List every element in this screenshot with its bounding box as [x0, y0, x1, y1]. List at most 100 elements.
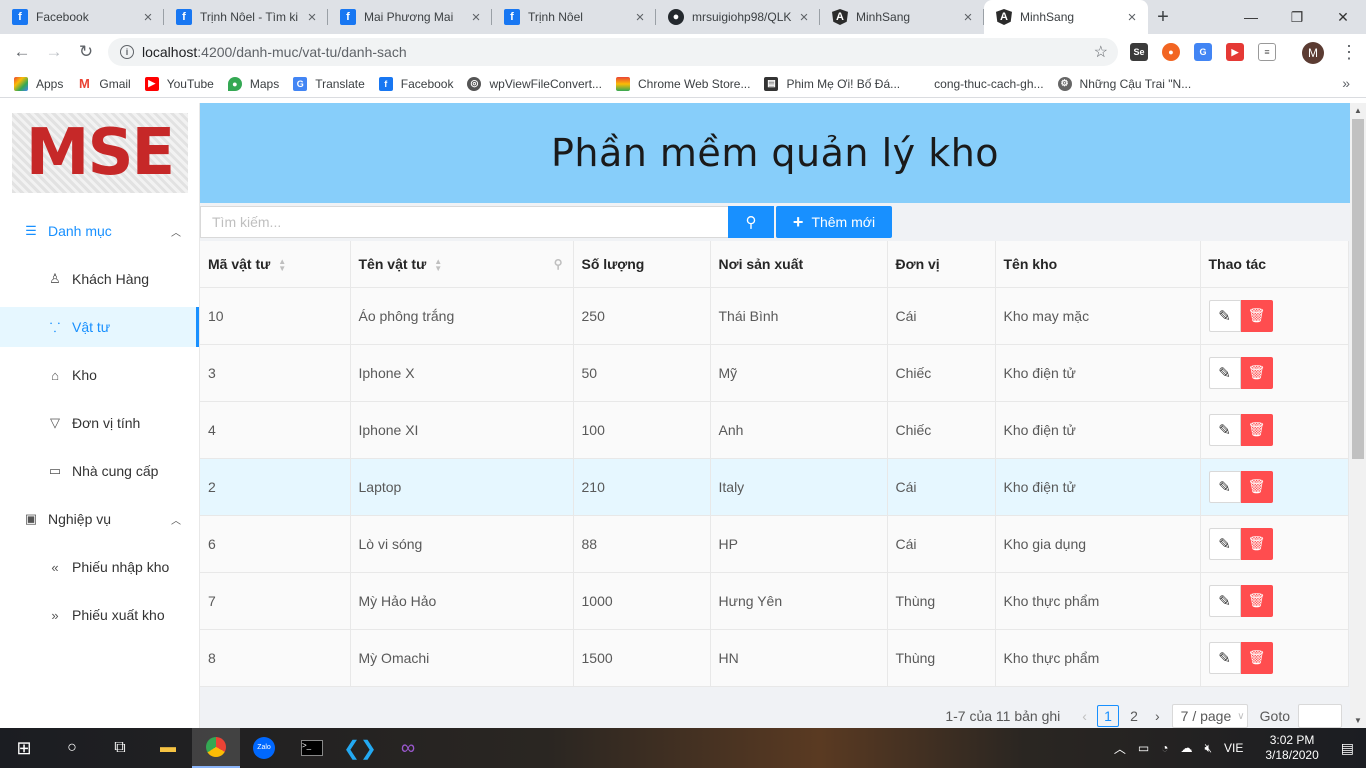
- bookmark-wpviewfile[interactable]: ◎ wpViewFileConvert...: [467, 76, 602, 91]
- browser-tab[interactable]: f Mai Phương Mai ×: [328, 0, 492, 34]
- browser-tab[interactable]: f Facebook ×: [0, 0, 164, 34]
- bookmark-star-icon[interactable]: ☆: [1094, 42, 1108, 62]
- delete-button[interactable]: 🗑︎: [1240, 527, 1273, 560]
- delete-button[interactable]: 🗑︎: [1240, 470, 1273, 503]
- chrome-taskbar-icon[interactable]: [192, 728, 240, 768]
- scrollbar-thumb[interactable]: [1352, 119, 1364, 459]
- scroll-up-icon[interactable]: ▲: [1354, 106, 1362, 115]
- page-scrollbar[interactable]: ▲ ▼: [1350, 103, 1366, 728]
- close-tab-icon[interactable]: ×: [304, 9, 320, 26]
- sidebar-item-kho[interactable]: ⌂ Kho: [0, 355, 199, 395]
- delete-button[interactable]: 🗑︎: [1240, 356, 1273, 389]
- edit-button[interactable]: ✎: [1208, 413, 1241, 446]
- bookmark-facebook[interactable]: f Facebook: [378, 76, 453, 91]
- minimize-icon[interactable]: —: [1228, 0, 1274, 34]
- page-2[interactable]: 2: [1123, 705, 1145, 727]
- scroll-down-icon[interactable]: ▼: [1354, 716, 1362, 725]
- new-tab-button[interactable]: +: [1148, 0, 1178, 34]
- browser-tab[interactable]: A MinhSang ×: [820, 0, 984, 34]
- close-window-icon[interactable]: ✕: [1320, 0, 1366, 34]
- extension-icon[interactable]: ●: [1162, 43, 1180, 61]
- delete-button[interactable]: 🗑︎: [1240, 413, 1273, 446]
- close-tab-icon[interactable]: ×: [796, 9, 812, 26]
- search-button[interactable]: ⚲: [728, 206, 774, 238]
- chevron-up-icon[interactable]: ︿: [1114, 740, 1126, 757]
- bookmark-maps[interactable]: ● Maps: [227, 76, 279, 91]
- terminal-icon[interactable]: >_: [288, 728, 336, 768]
- browser-tab-active[interactable]: A MinhSang ×: [984, 0, 1148, 34]
- sidebar-item-don-vi-tinh[interactable]: ▽ Đơn vị tính: [0, 403, 199, 443]
- bookmark-translate[interactable]: G Translate: [293, 76, 365, 91]
- chrome-menu-icon[interactable]: ⋮: [1340, 42, 1358, 63]
- close-tab-icon[interactable]: ×: [1124, 9, 1140, 26]
- visual-studio-icon[interactable]: ∞: [384, 728, 432, 768]
- bookmark-youtube[interactable]: ▶ YouTube: [144, 76, 214, 91]
- menu-group-nghiep-vu[interactable]: ▣ Nghiệp vụ ︿: [0, 499, 199, 539]
- zalo-icon[interactable]: Zalo: [240, 728, 288, 768]
- prev-page-icon[interactable]: ‹: [1082, 708, 1087, 724]
- notification-icon[interactable]: ▤: [1341, 740, 1354, 757]
- edit-button[interactable]: ✎: [1208, 470, 1241, 503]
- url-field[interactable]: i localhost:4200/danh-muc/vat-tu/danh-sa…: [108, 38, 1118, 66]
- document-extension-icon[interactable]: ≡: [1258, 43, 1276, 61]
- edit-button[interactable]: ✎: [1208, 527, 1241, 560]
- vscode-icon[interactable]: ❮❯: [336, 728, 384, 768]
- browser-tab[interactable]: ● mrsuigiohp98/QLK ×: [656, 0, 820, 34]
- close-tab-icon[interactable]: ×: [960, 9, 976, 26]
- close-tab-icon[interactable]: ×: [632, 9, 648, 26]
- column-search-icon[interactable]: ⚲: [554, 257, 563, 271]
- browser-tab[interactable]: f Trịnh Nôel ×: [492, 0, 656, 34]
- search-input[interactable]: Tìm kiếm...: [200, 206, 728, 238]
- sidebar-item-phieu-nhap-kho[interactable]: «Phiếu nhập kho: [0, 547, 199, 587]
- column-header-ma-vat-tu[interactable]: Mã vật tư ▲ ▼: [200, 241, 351, 288]
- page-1[interactable]: 1: [1096, 705, 1119, 727]
- delete-button[interactable]: 🗑︎: [1240, 299, 1273, 332]
- sidebar-item-khach-hang[interactable]: ♙ Khách Hàng: [0, 259, 199, 299]
- next-page-icon[interactable]: ›: [1155, 708, 1160, 724]
- bookmark-apps[interactable]: Apps: [14, 76, 63, 91]
- cloud-icon[interactable]: ☁: [1180, 741, 1192, 755]
- reload-icon[interactable]: ↻: [70, 36, 102, 68]
- windows-start-icon[interactable]: ⊞: [0, 728, 48, 768]
- close-tab-icon[interactable]: ×: [140, 9, 156, 26]
- sidebar-item-vat-tu[interactable]: ⸪ Vật tư: [0, 307, 199, 347]
- sidebar-item-phieu-xuat-kho[interactable]: » Phiếu xuất kho: [0, 595, 199, 635]
- volume-muted-icon[interactable]: 🔇︎: [1204, 741, 1212, 756]
- add-new-button[interactable]: + Thêm mới: [776, 206, 892, 238]
- forward-icon[interactable]: →: [38, 36, 70, 68]
- delete-button[interactable]: 🗑︎: [1240, 584, 1273, 617]
- bookmark-phim[interactable]: ▤ Phim Mẹ Ơi! Bố Đá...: [764, 76, 900, 91]
- bookmark-cong-thuc[interactable]: cong-thuc-cach-gh...: [934, 77, 1043, 91]
- battery-icon[interactable]: ▭: [1138, 741, 1149, 755]
- selenium-extension-icon[interactable]: Se: [1130, 43, 1148, 61]
- search-circle-icon[interactable]: ○: [48, 728, 96, 768]
- bookmark-nhung-cau-trai[interactable]: ⚙ Những Cậu Trai "N...: [1057, 76, 1191, 91]
- input-language[interactable]: VIE: [1224, 741, 1243, 755]
- bookmark-gmail[interactable]: M Gmail: [77, 76, 131, 91]
- delete-button[interactable]: 🗑︎: [1240, 641, 1273, 674]
- profile-avatar[interactable]: M: [1302, 42, 1324, 64]
- clock[interactable]: 3:02 PM 3/18/2020: [1259, 733, 1324, 763]
- extension-icon[interactable]: ▶: [1226, 43, 1244, 61]
- sidebar-item-nha-cung-cap[interactable]: ▭ Nhà cung cấp: [0, 451, 199, 491]
- page-size-select[interactable]: 7 / page ∨: [1171, 704, 1248, 728]
- close-tab-icon[interactable]: ×: [468, 9, 484, 26]
- restore-icon[interactable]: ❐: [1274, 0, 1320, 34]
- translate-extension-icon[interactable]: G: [1194, 43, 1212, 61]
- edit-button[interactable]: ✎: [1208, 356, 1241, 389]
- column-header-ten-vat-tu[interactable]: Tên vật tư ▲ ▼ ⚲: [350, 241, 574, 288]
- browser-tab[interactable]: f Trịnh Nôel - Tìm ki ×: [164, 0, 328, 34]
- task-view-icon[interactable]: ⧉: [96, 728, 144, 768]
- sort-icon[interactable]: ▲ ▼: [278, 257, 286, 272]
- goto-page-input[interactable]: [1298, 704, 1342, 728]
- edit-button[interactable]: ✎: [1208, 641, 1241, 674]
- menu-group-danh-muc[interactable]: ☰ Danh mục ︿: [0, 211, 199, 251]
- info-icon[interactable]: i: [120, 45, 134, 59]
- more-bookmarks-icon[interactable]: »: [1342, 75, 1350, 91]
- sort-icon[interactable]: ▲ ▼: [434, 257, 442, 272]
- wifi-icon[interactable]: ◔: [1161, 741, 1168, 755]
- bookmark-chrome-store[interactable]: Chrome Web Store...: [615, 76, 750, 91]
- file-explorer-icon[interactable]: ▬: [144, 728, 192, 768]
- edit-button[interactable]: ✎: [1208, 299, 1241, 332]
- back-icon[interactable]: ←: [6, 36, 38, 68]
